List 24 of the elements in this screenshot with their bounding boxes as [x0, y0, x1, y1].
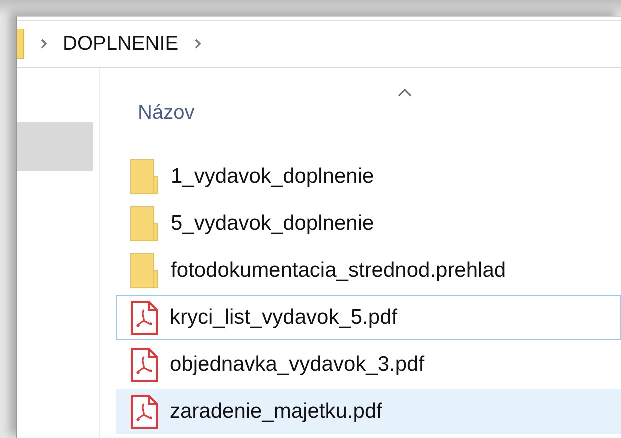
file-row[interactable]: objednavka_vydavok_3.pdf — [116, 342, 621, 387]
pdf-file-icon — [130, 348, 158, 382]
file-row[interactable]: 1_vydavok_doplnenie — [116, 154, 621, 199]
folder-icon — [130, 252, 159, 288]
chevron-icon[interactable] — [192, 38, 203, 50]
file-name: zaradenie_majetku.pdf — [170, 400, 382, 424]
file-name: kryci_list_vydavok_5.pdf — [170, 306, 398, 330]
file-row[interactable]: 5_vydavok_doplnenie — [116, 201, 621, 246]
file-name: 1_vydavok_doplnenie — [171, 164, 374, 188]
breadcrumb-item[interactable]: DOPLNENIE — [63, 32, 179, 56]
file-row[interactable]: zaradenie_majetku.pdf — [116, 389, 621, 434]
file-name: objednavka_vydavok_3.pdf — [170, 352, 425, 376]
file-name: fotodokumentacia_strednod.prehlad — [171, 258, 506, 282]
pdf-file-icon — [130, 394, 158, 428]
folder-icon — [130, 158, 159, 194]
file-row[interactable]: kryci_list_vydavok_5.pdf — [116, 295, 621, 340]
address-bar[interactable]: DOPLNENIE — [17, 20, 621, 68]
pdf-file-icon — [130, 300, 158, 334]
column-header[interactable]: Názov — [116, 68, 621, 154]
file-row[interactable]: fotodokumentacia_strednod.prehlad — [116, 248, 621, 293]
folder-icon — [130, 206, 159, 242]
file-name: 5_vydavok_doplnenie — [171, 212, 374, 236]
chevron-icon[interactable] — [39, 38, 49, 50]
folder-icon — [17, 29, 25, 59]
